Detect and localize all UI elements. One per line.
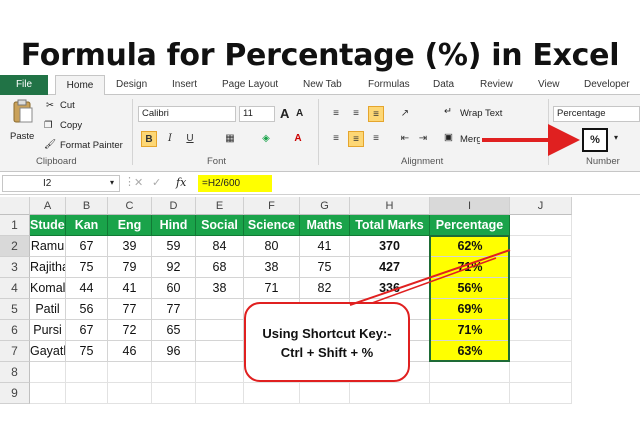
arrow-to-percentage-column-2 bbox=[371, 257, 497, 304]
arrows-overlay bbox=[349, 124, 580, 306]
arrow-to-percentage-column bbox=[349, 249, 511, 306]
